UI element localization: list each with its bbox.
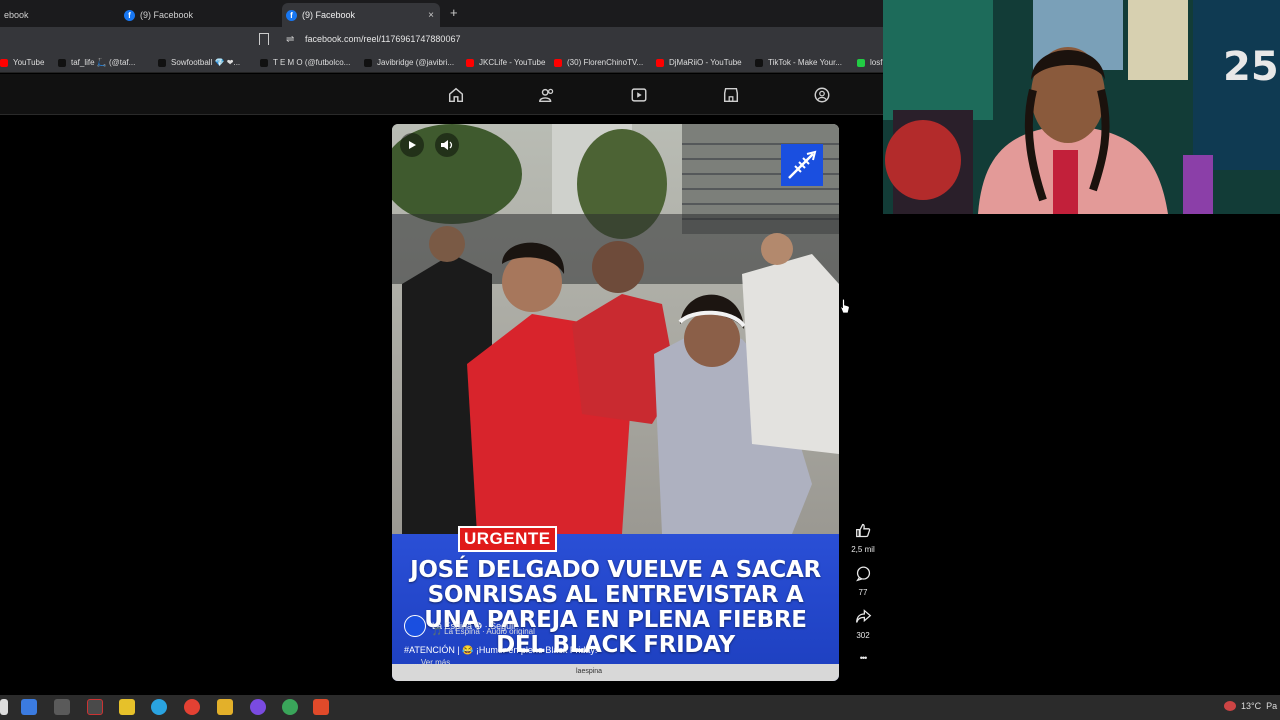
bookmark-label: (30) FlorenChinoTV... xyxy=(567,58,644,67)
bookmark-item[interactable]: taf_life 🛴 (@taf... xyxy=(58,58,135,67)
bookmark-favicon-icon xyxy=(466,58,474,67)
like-button[interactable]: 2,5 mil xyxy=(848,522,878,554)
bookmark-favicon-icon xyxy=(554,58,562,67)
address-bar: ⇌ facebook.com/reel/1176961747880067 xyxy=(0,27,883,53)
facebook-nav xyxy=(0,74,883,115)
bookmark-item[interactable]: Javibridge (@javibri... xyxy=(364,58,454,67)
brave-icon[interactable] xyxy=(313,699,329,715)
bookmark-favicon-icon xyxy=(857,58,865,67)
facebook-icon: f xyxy=(286,9,297,21)
tab-label: ebook xyxy=(4,10,29,20)
bookmark-label: JKCLife - YouTube xyxy=(479,58,546,67)
comment-icon xyxy=(855,566,870,582)
share-button[interactable]: 302 xyxy=(848,608,878,640)
start-icon[interactable] xyxy=(0,699,8,715)
tab-2[interactable]: f (9) Facebook xyxy=(120,3,280,27)
bookmark-item[interactable]: Sowfootball 💎 ❤... xyxy=(158,58,240,67)
telegram-icon[interactable] xyxy=(151,699,167,715)
groups-icon[interactable] xyxy=(813,86,831,104)
bookmark-icon[interactable] xyxy=(259,33,269,45)
footer-handle: laespina xyxy=(576,668,603,675)
bookmark-favicon-icon xyxy=(158,58,166,67)
home-icon[interactable] xyxy=(447,86,465,104)
bookmark-item[interactable]: T E M O (@futbolco... xyxy=(260,58,350,67)
thumbs-up-icon xyxy=(855,523,870,538)
app-icon[interactable] xyxy=(87,699,103,715)
tab-3[interactable]: f (9) Facebook × xyxy=(282,3,440,27)
like-count: 2,5 mil xyxy=(851,545,875,554)
bookmark-favicon-icon xyxy=(656,58,664,67)
la-espina-logo xyxy=(781,144,823,186)
svg-text:25: 25 xyxy=(1223,44,1279,90)
weather-icon xyxy=(1224,701,1236,711)
bookmark-item[interactable]: DjMaRiiO - YouTube xyxy=(656,58,742,67)
bookmark-item[interactable]: TikTok - Make Your... xyxy=(755,58,842,67)
bookmark-favicon-icon xyxy=(364,58,372,67)
more-options-button[interactable]: ••• xyxy=(848,653,878,663)
avatar[interactable] xyxy=(404,615,426,637)
tab-1[interactable]: ebook xyxy=(0,3,110,27)
bookmark-label: DjMaRiiO - YouTube xyxy=(669,58,742,67)
video-icon[interactable] xyxy=(630,86,648,104)
banner-footer xyxy=(392,664,839,681)
weather-suffix: Pa xyxy=(1266,701,1278,711)
bookmark-item[interactable]: YouTube xyxy=(0,58,44,67)
weather-widget[interactable]: 13°C Pa xyxy=(1224,701,1277,711)
bookmark-item[interactable]: losf xyxy=(857,58,882,67)
bookmark-label: TikTok - Make Your... xyxy=(768,58,842,67)
bookmark-item[interactable]: JKCLife - YouTube xyxy=(466,58,545,67)
fishbone-icon xyxy=(788,150,817,179)
play-button[interactable] xyxy=(400,133,424,157)
bookmark-label: Javibridge (@javibri... xyxy=(377,58,455,67)
share-icon xyxy=(855,609,871,623)
streamer-webcam: 25 xyxy=(883,0,1280,214)
bookmarks-bar: YouTube taf_life 🛴 (@taf... Sowfootball 💎 … xyxy=(0,53,883,73)
discord-icon[interactable] xyxy=(250,699,266,715)
bookmark-label: losf xyxy=(870,58,883,67)
marketplace-icon[interactable] xyxy=(722,86,740,104)
bookmark-label: YouTube xyxy=(13,58,45,67)
taskbar: 13°C Pa xyxy=(0,695,1280,720)
webcam-overlay: 25 xyxy=(883,0,1280,214)
see-more-link[interactable]: ... Ver más xyxy=(412,658,450,667)
tab-label: (9) Facebook xyxy=(140,10,194,20)
share-count: 302 xyxy=(856,631,870,640)
close-tab-icon[interactable]: × xyxy=(428,10,434,21)
bookmark-label: Sowfootball 💎 ❤... xyxy=(171,58,241,67)
settings-icon[interactable] xyxy=(54,699,70,715)
tab-strip: ebook f (9) Facebook f (9) Facebook × + xyxy=(0,0,883,27)
weather-temp: 13°C xyxy=(1241,701,1262,711)
bookmark-favicon-icon xyxy=(755,58,763,67)
reel-caption: #ATENCIÓN | 😂 ¡Humor en pleno Black Frid… xyxy=(404,645,598,655)
chrome-icon[interactable] xyxy=(184,699,200,715)
site-info-icon[interactable]: ⇌ xyxy=(286,34,294,45)
bookmark-item[interactable]: (30) FlorenChinoTV... xyxy=(554,58,643,67)
volume-button[interactable] xyxy=(435,133,459,157)
reel-video[interactable]: URGENTE JOSÉ DELGADO VUELVE A SACAR SONR… xyxy=(392,124,839,681)
bookmark-favicon-icon xyxy=(260,58,268,67)
volume-icon xyxy=(441,140,453,150)
audio-label[interactable]: 🎵 La Espina · Audio original xyxy=(432,627,535,636)
copilot-icon[interactable] xyxy=(21,699,37,715)
headline-text: JOSÉ DELGADO VUELVE A SACAR SONRISAS AL … xyxy=(410,557,821,658)
comment-count: 77 xyxy=(858,588,868,597)
tab-label: (9) Facebook xyxy=(302,10,356,20)
bookmark-favicon-icon xyxy=(58,58,66,67)
facebook-icon: f xyxy=(124,9,135,21)
bookmark-label: T E M O (@futbolco... xyxy=(273,58,351,67)
comment-button[interactable]: 77 xyxy=(848,565,878,597)
folder-icon[interactable] xyxy=(217,699,233,715)
chrome-profile-icon[interactable] xyxy=(282,699,298,715)
hand-cursor-icon xyxy=(840,298,850,314)
sticky-notes-icon[interactable] xyxy=(119,699,135,715)
new-tab-button[interactable]: + xyxy=(450,5,458,20)
play-icon xyxy=(409,141,416,149)
friends-icon[interactable] xyxy=(538,86,556,104)
urgent-badge: URGENTE xyxy=(458,526,557,552)
bookmark-label: taf_life 🛴 (@taf... xyxy=(71,58,136,67)
url-field[interactable]: facebook.com/reel/1176961747880067 xyxy=(305,34,460,44)
bookmark-favicon-icon xyxy=(0,58,8,67)
browser-window: ebook f (9) Facebook f (9) Facebook × + … xyxy=(0,0,883,695)
